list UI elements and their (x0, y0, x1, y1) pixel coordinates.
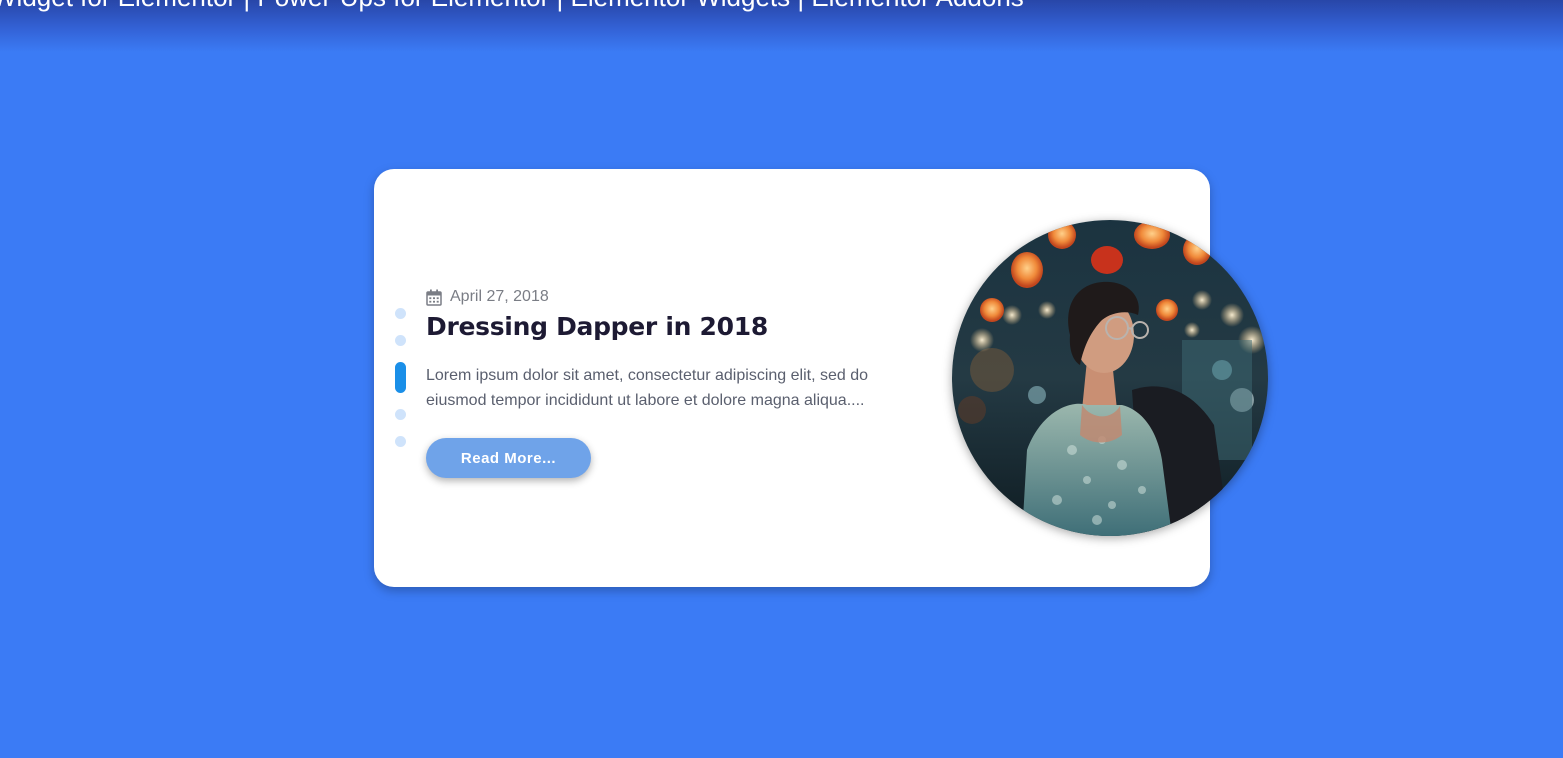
top-banner: Widget for Elementor | Power-Ups for Ele… (0, 0, 1563, 52)
slider-dot-2[interactable] (395, 335, 406, 346)
slider-dot-4[interactable] (395, 409, 406, 420)
post-image[interactable] (952, 220, 1268, 536)
slider-dot-5[interactable] (395, 436, 406, 447)
post-meta: April 27, 2018 (426, 288, 549, 306)
woman-photo-illustration (952, 220, 1268, 536)
post-title[interactable]: Dressing Dapper in 2018 (426, 312, 768, 341)
slider-dot-3-active[interactable] (395, 362, 406, 393)
slider-dot-1[interactable] (395, 308, 406, 319)
read-more-button[interactable]: Read More... (426, 438, 591, 478)
post-date: April 27, 2018 (450, 288, 549, 305)
calendar-icon (426, 289, 442, 306)
banner-text: Widget for Elementor | Power-Ups for Ele… (0, 0, 1024, 13)
post-excerpt: Lorem ipsum dolor sit amet, consectetur … (426, 367, 868, 409)
